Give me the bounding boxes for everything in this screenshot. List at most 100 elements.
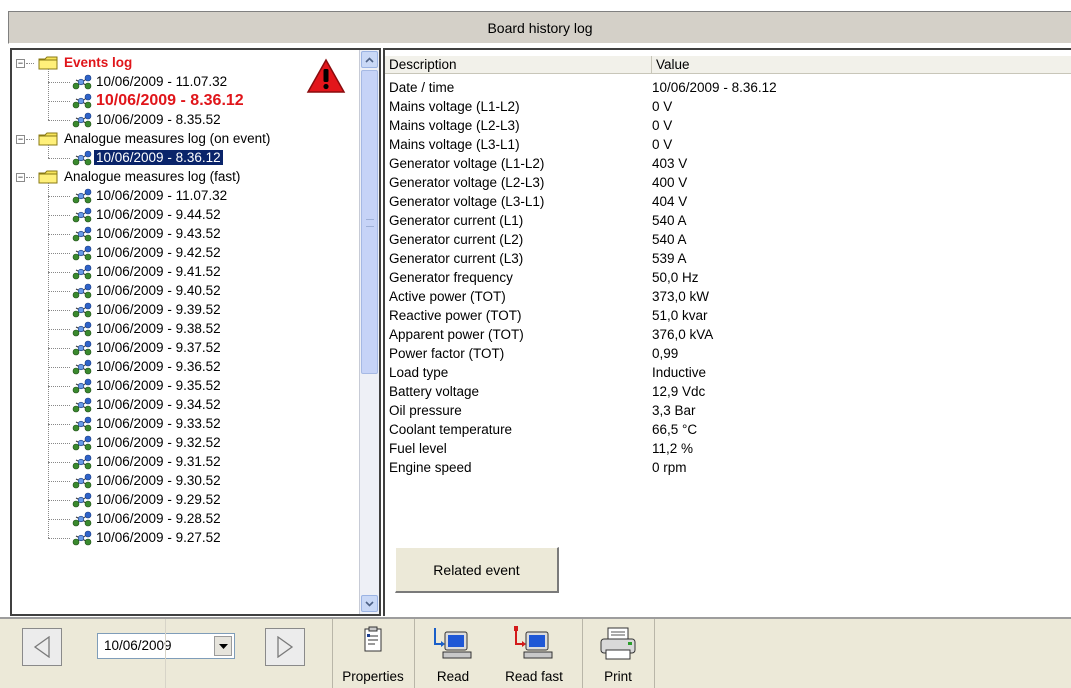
read-fast-button[interactable]: Read fast <box>494 619 574 688</box>
tree-log-entry[interactable]: 10/06/2009 - 9.32.52 <box>96 435 221 450</box>
property-description: Generator current (L1) <box>389 213 524 228</box>
tree-log-entry[interactable]: 10/06/2009 - 9.34.52 <box>96 397 221 412</box>
property-description: Generator current (L3) <box>389 251 524 266</box>
previous-day-button[interactable] <box>22 628 62 666</box>
log-entry-icon <box>72 340 92 356</box>
tree-connector <box>48 329 70 330</box>
log-entry-icon <box>72 530 92 546</box>
log-entry-icon <box>72 321 92 337</box>
tree-log-entry[interactable]: 10/06/2009 - 11.07.32 <box>96 74 227 89</box>
tree-scrollbar[interactable] <box>359 50 379 614</box>
property-value: 11,2 % <box>652 441 694 456</box>
bottom-toolbar: 10/06/2009 Properties Read Read fast Pri… <box>0 617 1071 688</box>
tree-connector <box>48 348 70 349</box>
next-day-button[interactable] <box>265 628 305 666</box>
property-description: Apparent power (TOT) <box>389 327 524 342</box>
tree-log-entry[interactable]: 10/06/2009 - 9.29.52 <box>96 492 221 507</box>
log-entry-icon <box>72 283 92 299</box>
log-entry-icon <box>72 112 92 128</box>
tree-log-entry[interactable]: 10/06/2009 - 9.44.52 <box>96 207 221 222</box>
property-value: 66,5 °C <box>652 422 698 437</box>
tree-log-entry[interactable]: 10/06/2009 - 9.30.52 <box>96 473 221 488</box>
scroll-down-button[interactable] <box>361 595 378 612</box>
read-button[interactable]: Read <box>420 619 486 688</box>
property-value: 373,0 kW <box>652 289 710 304</box>
tree-connector <box>48 234 70 235</box>
tree-log-entry[interactable]: 10/06/2009 - 9.33.52 <box>96 416 221 431</box>
tree-connector <box>48 500 70 501</box>
date-select[interactable]: 10/06/2009 <box>97 633 235 659</box>
print-label: Print <box>604 669 632 684</box>
toolbar-separator <box>165 619 166 688</box>
log-entry-icon <box>72 207 92 223</box>
property-value: 0 rpm <box>652 460 687 475</box>
detail-panel: Description Value Date / time 10/06/2009 … <box>383 48 1071 616</box>
property-value: 376,0 kVA <box>652 327 714 342</box>
property-value: 540 A <box>652 232 687 247</box>
tree-log-entry[interactable]: 10/06/2009 - 9.27.52 <box>96 530 221 545</box>
tree-connector <box>48 69 49 120</box>
tree-log-entry[interactable]: 10/06/2009 - 9.36.52 <box>96 359 221 374</box>
log-entry-icon <box>72 511 92 527</box>
toolbar-separator <box>332 619 333 688</box>
tree-log-entry[interactable]: 10/06/2009 - 8.36.12 <box>94 150 223 165</box>
column-header-value[interactable]: Value <box>652 56 1071 74</box>
tree-connector <box>48 405 70 406</box>
collapse-toggle[interactable]: − <box>16 59 25 68</box>
tree-connector <box>48 183 49 538</box>
tree-log-entry[interactable]: 10/06/2009 - 9.39.52 <box>96 302 221 317</box>
tree-log-entry[interactable]: 10/06/2009 - 9.28.52 <box>96 511 221 526</box>
read-computer-icon <box>434 628 472 659</box>
property-description: Generator voltage (L1-L2) <box>389 156 545 171</box>
tree-connector <box>48 120 70 121</box>
tree-log-entry[interactable]: 10/06/2009 - 11.07.32 <box>96 188 227 203</box>
tree-folder-label[interactable]: Events log <box>64 55 132 70</box>
log-entry-icon <box>72 226 92 242</box>
tree-log-entry[interactable]: 10/06/2009 - 9.35.52 <box>96 378 221 393</box>
property-description: Generator current (L2) <box>389 232 524 247</box>
tree-log-entry[interactable]: 10/06/2009 - 9.42.52 <box>96 245 221 260</box>
property-description: Generator voltage (L2-L3) <box>389 175 545 190</box>
tree-folder-label[interactable]: Analogue measures log (on event) <box>64 131 270 146</box>
tree-connector <box>48 253 70 254</box>
tree-log-entry[interactable]: 10/06/2009 - 8.35.52 <box>96 112 221 127</box>
properties-button[interactable]: Properties <box>338 619 408 688</box>
date-dropdown-button[interactable] <box>214 636 232 656</box>
tree-log-entry[interactable]: 10/06/2009 - 9.43.52 <box>96 226 221 241</box>
tree-connector <box>48 158 70 159</box>
tree-connector <box>48 310 70 311</box>
property-value: 539 A <box>652 251 687 266</box>
property-description: Generator voltage (L3-L1) <box>389 194 545 209</box>
tree-connector <box>48 538 70 539</box>
tree-log-entry[interactable]: 10/06/2009 - 9.41.52 <box>96 264 221 279</box>
property-description: Mains voltage (L1-L2) <box>389 99 520 114</box>
column-header-description[interactable]: Description <box>385 56 652 74</box>
tree-log-entry[interactable]: 10/06/2009 - 9.37.52 <box>96 340 221 355</box>
tree-log-entry[interactable]: 10/06/2009 - 9.38.52 <box>96 321 221 336</box>
print-button[interactable]: Print <box>590 619 646 688</box>
toolbar-separator <box>414 619 415 688</box>
tree-log-entry[interactable]: 10/06/2009 - 9.40.52 <box>96 283 221 298</box>
property-description: Mains voltage (L2-L3) <box>389 118 520 133</box>
tree-folder-label[interactable]: Analogue measures log (fast) <box>64 169 240 184</box>
property-value: 0 V <box>652 99 673 114</box>
property-value: 403 V <box>652 156 688 171</box>
collapse-toggle[interactable]: − <box>16 135 25 144</box>
scroll-thumb[interactable] <box>361 70 378 374</box>
toolbar-separator <box>582 619 583 688</box>
toolbar-separator <box>654 619 655 688</box>
tree-log-entry[interactable]: 10/06/2009 - 9.31.52 <box>96 454 221 469</box>
tree-log-entry[interactable]: 10/06/2009 - 8.36.12 <box>96 92 244 110</box>
collapse-toggle[interactable]: − <box>16 173 25 182</box>
scroll-up-button[interactable] <box>361 51 378 68</box>
property-value: 10/06/2009 - 8.36.12 <box>652 80 777 95</box>
log-tree[interactable]: − Events log 10/06/2009 - 11.07.32 10/06/20… <box>12 50 356 614</box>
tree-connector <box>48 386 70 387</box>
dropdown-arrow-icon <box>218 643 228 649</box>
property-description: Load type <box>389 365 449 380</box>
tree-connector <box>48 215 70 216</box>
related-event-button[interactable]: Related event <box>395 547 559 593</box>
read-fast-label: Read fast <box>505 669 563 684</box>
property-value: 0,99 <box>652 346 679 361</box>
log-entry-icon <box>72 150 92 166</box>
